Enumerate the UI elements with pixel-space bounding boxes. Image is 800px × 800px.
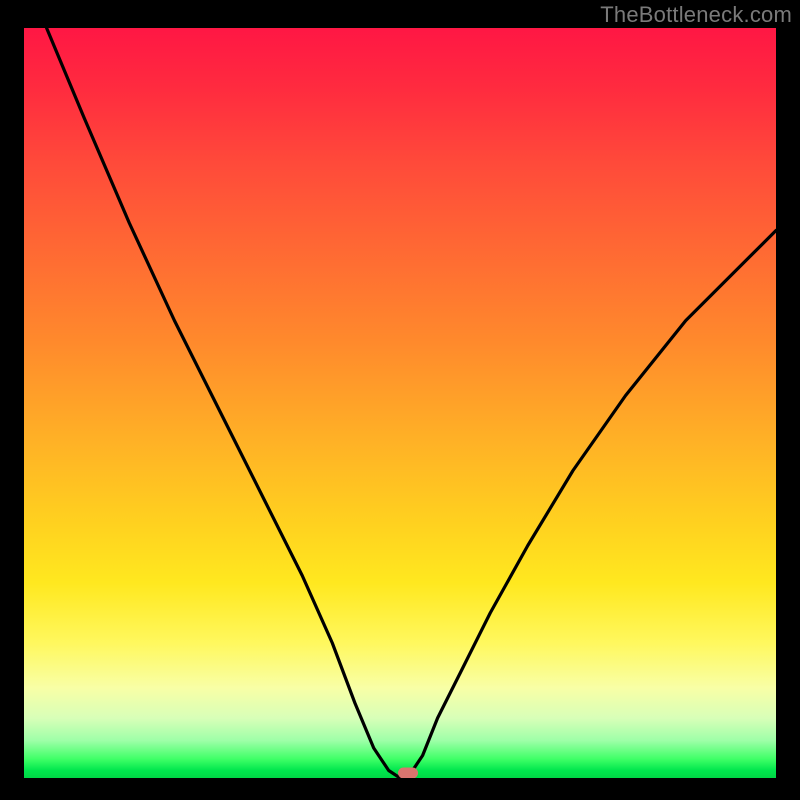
- plot-area: [24, 28, 776, 778]
- curve-svg: [24, 28, 776, 778]
- chart-container: TheBottleneck.com: [0, 0, 800, 800]
- watermark-text: TheBottleneck.com: [600, 2, 792, 28]
- bottleneck-curve: [47, 28, 776, 778]
- optimum-marker: [398, 768, 418, 779]
